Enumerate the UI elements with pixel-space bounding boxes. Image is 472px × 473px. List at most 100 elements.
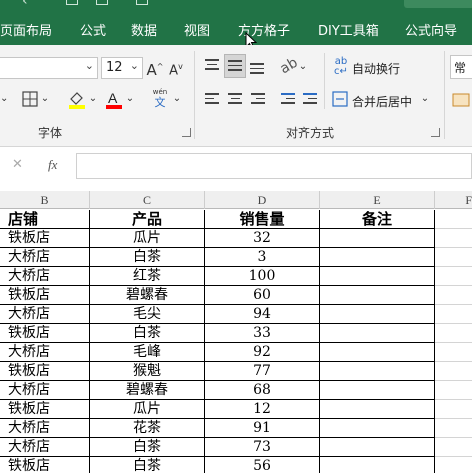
product-cell[interactable]: 毛峰 — [90, 343, 205, 362]
empty-cell[interactable] — [435, 400, 472, 419]
remark-cell[interactable] — [320, 324, 435, 343]
empty-cell[interactable] — [435, 210, 472, 229]
empty-cell[interactable] — [435, 248, 472, 267]
column-header-e[interactable]: E — [320, 191, 435, 209]
wrap-text-label[interactable]: 自动换行 — [352, 60, 400, 77]
align-middle-button[interactable] — [224, 54, 246, 78]
product-cell[interactable]: 瓜片 — [90, 400, 205, 419]
save-icon[interactable] — [66, 0, 78, 5]
chevron-down-icon[interactable]: ⌄ — [172, 89, 182, 109]
product-cell[interactable]: 白茶 — [90, 457, 205, 473]
remark-cell[interactable] — [320, 267, 435, 286]
store-cell[interactable]: 大桥店 — [0, 267, 90, 286]
insert-function-icon[interactable]: fx — [48, 157, 57, 173]
formula-input[interactable] — [76, 153, 472, 179]
store-cell[interactable]: 大桥店 — [0, 343, 90, 362]
product-cell[interactable]: 瓜片 — [90, 229, 205, 248]
column-header-d[interactable]: D — [205, 191, 320, 209]
chevron-down-icon[interactable]: ⌄ — [40, 89, 50, 109]
borders-icon[interactable] — [22, 91, 38, 107]
increase-indent-icon[interactable] — [303, 93, 319, 107]
chevron-down-icon[interactable]: ⌄ — [130, 59, 139, 72]
merge-center-icon[interactable] — [332, 91, 348, 107]
store-cell[interactable]: 大桥店 — [0, 419, 90, 438]
font-color-icon[interactable]: A — [104, 89, 124, 109]
wrap-text-icon[interactable]: ab c↵ — [333, 57, 349, 77]
align-left-icon[interactable] — [205, 93, 221, 107]
remark-cell[interactable] — [320, 229, 435, 248]
empty-cell[interactable] — [435, 229, 472, 248]
empty-cell[interactable] — [435, 324, 472, 343]
product-cell[interactable]: 碧螺春 — [90, 381, 205, 400]
font-size-field[interactable]: 12 ⌄ — [101, 57, 143, 79]
store-cell[interactable]: 大桥店 — [0, 381, 90, 400]
remark-cell[interactable] — [320, 305, 435, 324]
remark-cell[interactable] — [320, 248, 435, 267]
product-cell[interactable]: 碧螺春 — [90, 286, 205, 305]
column-header-f[interactable]: F — [435, 191, 472, 209]
store-cell[interactable]: 铁板店 — [0, 457, 90, 473]
remark-cell[interactable] — [320, 381, 435, 400]
header-cell-sales[interactable]: 销售量 — [205, 210, 320, 229]
remark-cell[interactable] — [320, 419, 435, 438]
sales-cell[interactable]: 68 — [205, 381, 320, 400]
header-cell-product[interactable]: 产品 — [90, 210, 205, 229]
product-cell[interactable]: 红茶 — [90, 267, 205, 286]
sales-cell[interactable]: 3 — [205, 248, 320, 267]
column-header-c[interactable]: C — [90, 191, 205, 209]
sales-cell[interactable]: 12 — [205, 400, 320, 419]
product-cell[interactable]: 白茶 — [90, 438, 205, 457]
chevron-down-icon[interactable]: ⌄ — [420, 89, 430, 109]
search-box[interactable] — [404, 0, 472, 8]
chevron-down-icon[interactable]: ⌄ — [125, 89, 135, 109]
store-cell[interactable]: 大桥店 — [0, 305, 90, 324]
product-cell[interactable]: 猴魁 — [90, 362, 205, 381]
decrease-indent-icon[interactable] — [281, 93, 297, 107]
chevron-down-icon[interactable]: ⌄ — [0, 89, 8, 109]
align-right-icon[interactable] — [251, 93, 267, 107]
empty-cell[interactable] — [435, 362, 472, 381]
phonetic-icon[interactable]: wén 文 — [150, 89, 170, 111]
remark-cell[interactable] — [320, 400, 435, 419]
remark-cell[interactable] — [320, 438, 435, 457]
remark-cell[interactable] — [320, 457, 435, 473]
product-cell[interactable]: 花茶 — [90, 419, 205, 438]
tab-data[interactable]: 数据 — [131, 20, 157, 39]
chevron-down-icon[interactable]: ⌄ — [85, 59, 94, 72]
store-cell[interactable]: 铁板店 — [0, 229, 90, 248]
product-cell[interactable]: 白茶 — [90, 248, 205, 267]
empty-cell[interactable] — [435, 343, 472, 362]
tab-page-layout[interactable]: 页面布局 — [0, 20, 52, 39]
align-bottom-icon[interactable] — [250, 63, 266, 77]
remark-cell[interactable] — [320, 286, 435, 305]
merge-center-label[interactable]: 合并后居中 — [352, 93, 412, 110]
remark-cell[interactable] — [320, 362, 435, 381]
empty-cell[interactable] — [435, 305, 472, 324]
store-cell[interactable]: 铁板店 — [0, 400, 90, 419]
shrink-font-icon[interactable]: Av — [167, 57, 185, 81]
grow-font-icon[interactable]: A^ — [146, 57, 164, 80]
tab-formula-wizard[interactable]: 公式向导 — [405, 20, 457, 39]
empty-cell[interactable] — [435, 286, 472, 305]
fill-color-icon[interactable] — [67, 89, 87, 109]
product-cell[interactable]: 白茶 — [90, 324, 205, 343]
sales-cell[interactable]: 33 — [205, 324, 320, 343]
currency-format-icon[interactable] — [452, 93, 470, 107]
column-header-b[interactable]: B — [0, 191, 90, 209]
tab-diy-toolbox[interactable]: DIY工具箱 — [318, 20, 379, 39]
store-cell[interactable]: 铁板店 — [0, 362, 90, 381]
number-format-field[interactable]: 常规 — [450, 55, 472, 79]
sales-cell[interactable]: 91 — [205, 419, 320, 438]
product-cell[interactable]: 毛尖 — [90, 305, 205, 324]
tab-formulas[interactable]: 公式 — [80, 20, 106, 39]
sales-cell[interactable]: 32 — [205, 229, 320, 248]
sales-cell[interactable]: 92 — [205, 343, 320, 362]
empty-cell[interactable] — [435, 381, 472, 400]
store-cell[interactable]: 铁板店 — [0, 324, 90, 343]
font-dialog-launcher-icon[interactable] — [182, 128, 191, 137]
empty-cell[interactable] — [435, 419, 472, 438]
store-cell[interactable]: 铁板店 — [0, 286, 90, 305]
empty-cell[interactable] — [435, 438, 472, 457]
header-cell-remark[interactable]: 备注 — [320, 210, 435, 229]
remark-cell[interactable] — [320, 343, 435, 362]
